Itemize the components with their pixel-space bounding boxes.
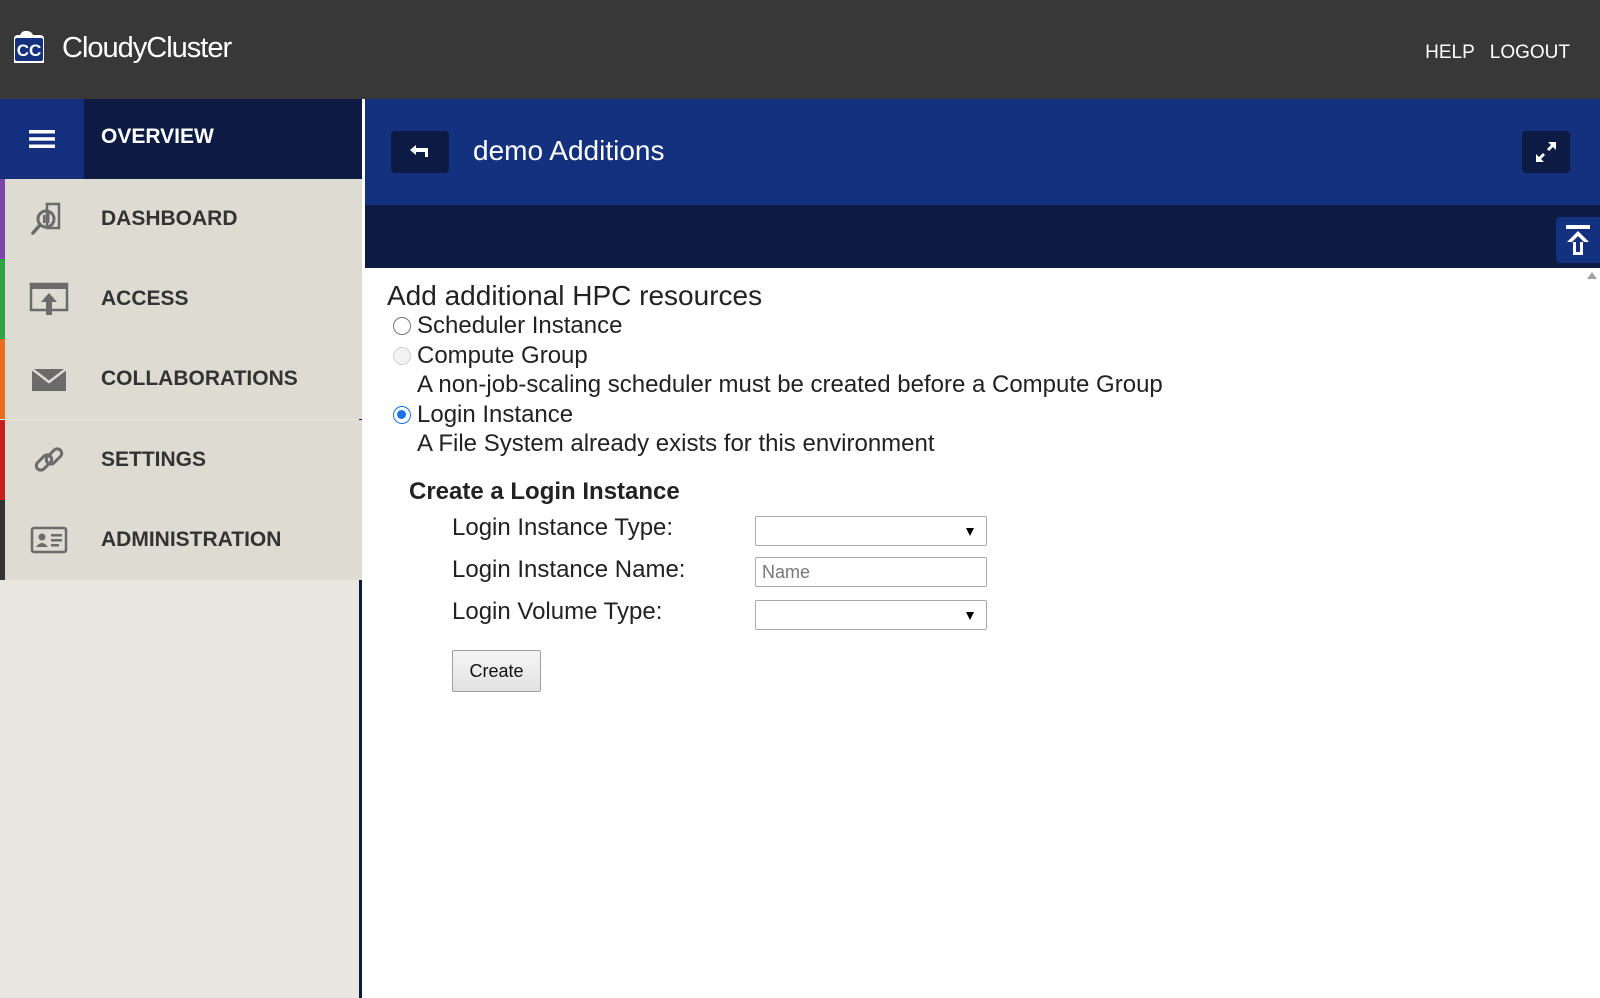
scheduler-instance-radio[interactable] <box>393 317 411 335</box>
sidebar-item-access[interactable]: ACCESS <box>0 259 362 339</box>
logout-link[interactable]: LOGOUT <box>1490 42 1570 64</box>
overview-label[interactable]: OVERVIEW <box>101 125 214 149</box>
login-instance-radio[interactable] <box>393 406 411 424</box>
id-card-icon <box>30 526 68 554</box>
sidebar-header: OVERVIEW <box>0 99 362 179</box>
sidebar-item-collaborations[interactable]: COLLABORATIONS <box>0 339 362 419</box>
expand-icon <box>1536 142 1556 162</box>
logo-letters: CC <box>17 41 42 60</box>
link-icon <box>34 447 64 472</box>
dashboard-icon <box>31 202 61 235</box>
sidebar-item-label: ACCESS <box>101 287 189 310</box>
content-subheader <box>365 205 1600 268</box>
hamburger-icon <box>29 130 55 148</box>
instance-name-label: Login Instance Name: <box>452 556 686 583</box>
cloudycluster-logo-icon: CC <box>14 30 44 63</box>
access-icon <box>29 282 69 315</box>
scroll-to-top-button[interactable] <box>1556 217 1600 263</box>
dropdown-arrow-icon <box>966 612 974 620</box>
dropdown-arrow-icon <box>966 528 974 536</box>
help-link[interactable]: HELP <box>1425 42 1475 64</box>
sidebar-item-label: ADMINISTRATION <box>101 528 282 551</box>
scrollbar[interactable] <box>1583 268 1600 998</box>
main-content: Add additional HPC resources Scheduler I… <box>365 268 1600 998</box>
resources-heading: Add additional HPC resources <box>387 280 763 311</box>
option-login-instance[interactable]: Login Instance <box>393 401 573 429</box>
scroll-top-icon <box>1566 225 1590 255</box>
create-login-heading: Create a Login Instance <box>409 478 680 505</box>
sidebar-item-administration[interactable]: ADMINISTRATION <box>0 500 362 580</box>
top-links: HELP LOGOUT <box>1425 42 1570 64</box>
compute-group-radio <box>393 347 411 365</box>
back-button[interactable] <box>391 131 449 173</box>
option-label: Scheduler Instance <box>417 312 623 339</box>
instance-name-input[interactable] <box>755 557 987 587</box>
sidebar-item-label: DASHBOARD <box>101 207 238 230</box>
envelope-icon <box>31 368 67 391</box>
menu-button[interactable] <box>0 99 84 179</box>
login-instance-note: A File System already exists for this en… <box>417 430 935 457</box>
content-header: demo Additions <box>365 99 1600 205</box>
option-label: Compute Group <box>417 342 588 369</box>
scroll-up-arrow-icon[interactable] <box>1587 272 1597 279</box>
page-title: demo Additions <box>473 135 665 166</box>
create-button[interactable]: Create <box>452 650 541 692</box>
volume-type-select[interactable] <box>755 600 987 630</box>
instance-type-label: Login Instance Type: <box>452 514 674 541</box>
option-compute-group: Compute Group <box>393 342 588 370</box>
sidebar-item-settings[interactable]: SETTINGS <box>0 420 362 500</box>
instance-type-select[interactable] <box>755 516 987 546</box>
sidebar-item-dashboard[interactable]: DASHBOARD <box>0 179 362 259</box>
sidebar: OVERVIEW DASHBOARD ACCESS COLLABORATIONS <box>0 99 362 998</box>
option-scheduler-instance[interactable]: Scheduler Instance <box>393 312 622 340</box>
expand-button[interactable] <box>1522 131 1570 173</box>
compute-group-note: A non-job-scaling scheduler must be crea… <box>417 371 1163 398</box>
volume-type-label: Login Volume Type: <box>452 598 663 625</box>
sidebar-item-label: COLLABORATIONS <box>101 367 298 390</box>
option-label: Login Instance <box>417 401 574 428</box>
sidebar-item-label: SETTINGS <box>101 448 207 471</box>
top-bar: CC CloudyCluster HELP LOGOUT <box>0 0 1600 99</box>
brand-name[interactable]: CloudyCluster <box>62 32 232 65</box>
back-arrow-icon <box>410 145 428 157</box>
